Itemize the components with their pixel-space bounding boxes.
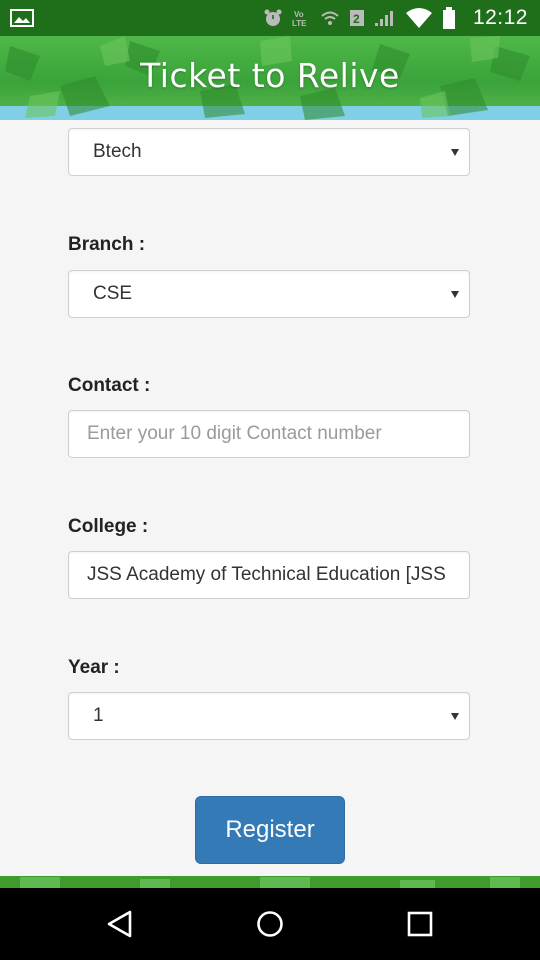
alarm-icon: [264, 9, 282, 26]
svg-text:2: 2: [353, 12, 360, 26]
sim-2-icon: 2: [350, 10, 364, 26]
contact-input[interactable]: Enter your 10 digit Contact number: [68, 410, 470, 458]
contact-label: Contact :: [68, 375, 151, 396]
branch-select-value: CSE: [93, 283, 133, 304]
leaf-background: [20, 877, 520, 888]
course-select-value: Btech: [93, 141, 142, 162]
year-label: Year :: [68, 657, 120, 678]
navigation-bar: [0, 888, 540, 960]
course-select[interactable]: Btech: [68, 128, 470, 176]
register-button[interactable]: Register: [195, 796, 345, 864]
contact-input-placeholder: Enter your 10 digit Contact number: [87, 423, 382, 444]
signal-icon: [375, 11, 393, 26]
volte-icon: Vo LTE: [292, 10, 307, 28]
chevron-down-icon: [451, 149, 459, 156]
college-input[interactable]: JSS Academy of Technical Education [JSS: [68, 551, 470, 599]
svg-text:LTE: LTE: [292, 19, 307, 28]
footer-leaf-strip: [0, 876, 540, 888]
svg-text:Vo: Vo: [294, 10, 304, 19]
home-icon[interactable]: [254, 908, 286, 940]
wifi-icon: [321, 11, 339, 25]
registration-form: Btech Branch : CSE Contact : Enter your …: [0, 120, 540, 876]
back-icon[interactable]: [104, 908, 136, 940]
year-select-value: 1: [93, 705, 104, 726]
status-bar: Vo LTE 2 12:12: [0, 0, 540, 36]
page-title: Ticket to Relive: [140, 56, 400, 95]
wifi-full-icon: [406, 8, 432, 28]
chevron-down-icon: [451, 713, 459, 720]
app-header: Ticket to Relive: [0, 36, 540, 120]
status-icons: Vo LTE 2: [264, 7, 456, 29]
screen: Vo LTE 2 12:12 Ticket to Relive Btech Br…: [0, 0, 540, 960]
chevron-down-icon: [451, 291, 459, 298]
battery-icon: [443, 7, 455, 29]
branch-select[interactable]: CSE: [68, 270, 470, 318]
gallery-icon: [10, 9, 34, 27]
college-input-value: JSS Academy of Technical Education [JSS: [87, 564, 446, 585]
recents-icon[interactable]: [404, 908, 436, 940]
branch-label: Branch :: [68, 234, 146, 255]
status-time: 12:12: [472, 6, 528, 29]
year-select[interactable]: 1: [68, 692, 470, 740]
college-label: College :: [68, 516, 149, 537]
